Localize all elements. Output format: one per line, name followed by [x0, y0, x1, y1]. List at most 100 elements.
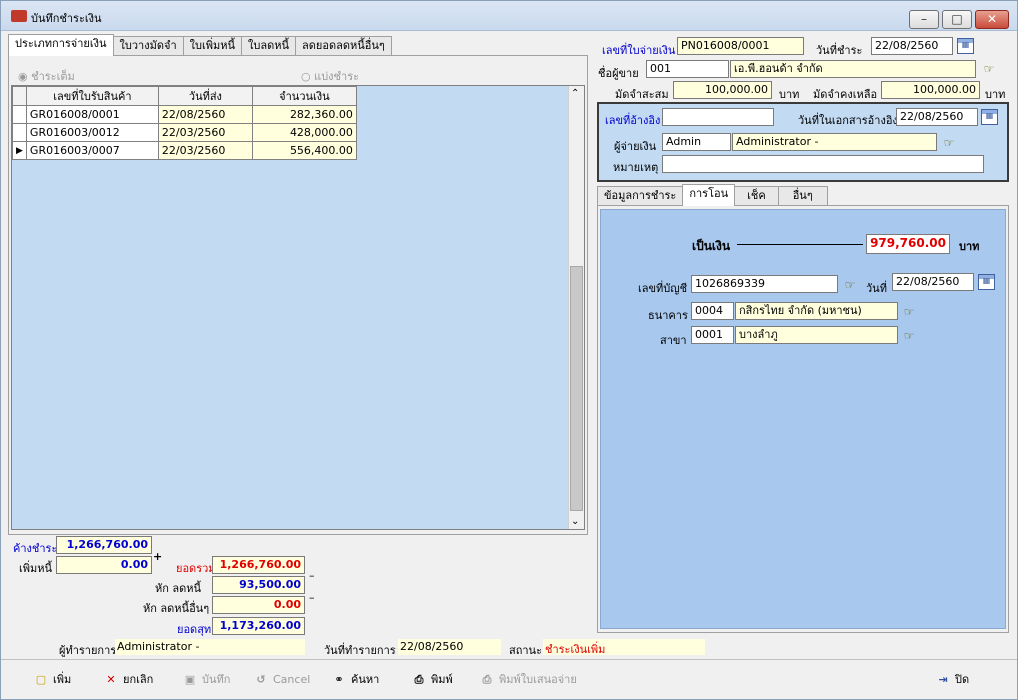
- account-field[interactable]: 1026869339: [691, 275, 838, 293]
- operation-date-label: วันที่ทำรายการ: [324, 644, 396, 657]
- outstanding-field: 1,266,760.00: [56, 536, 152, 554]
- tab-deposit[interactable]: ใบวางมัดจำ: [112, 36, 184, 56]
- cell-date[interactable]: 22/08/2560: [157, 105, 253, 124]
- deposit-label: มัดจำสะสม: [615, 88, 669, 101]
- cell-doc[interactable]: GR016003/0012: [25, 123, 159, 142]
- cell-date[interactable]: 22/03/2560: [157, 123, 253, 142]
- minus-sign-2: –: [309, 591, 315, 604]
- add-label: เพิ่ม: [53, 673, 72, 686]
- pay-date-field[interactable]: 22/08/2560: [871, 37, 953, 55]
- operation-date-value: 22/08/2560: [398, 639, 501, 655]
- scroll-up-icon[interactable]: ⌃: [571, 88, 579, 99]
- payer-label: ผู้จ่ายเงิน: [614, 140, 657, 153]
- ref-date-label: วันที่ในเอกสารอ้างอิง: [798, 114, 898, 127]
- cell-amount[interactable]: 428,000.00: [251, 123, 357, 142]
- table-row[interactable]: ▶ GR016003/0007 22/03/2560 556,400.00: [12, 141, 357, 160]
- scroll-thumb[interactable]: [570, 266, 583, 511]
- grid-header-row: เลขที่ใบรับสินค้า วันที่ส่ง จำนวนเงิน: [12, 86, 357, 106]
- radio-partial-label: แบ่งชำระ: [314, 70, 360, 83]
- print-proposal-button[interactable]: ⎙ พิมพ์ใบเสนอจ่าย: [479, 670, 577, 690]
- cell-amount[interactable]: 282,360.00: [251, 105, 357, 124]
- col-header-doc[interactable]: เลขที่ใบรับสินค้า: [25, 86, 159, 106]
- ref-date-field[interactable]: 22/08/2560: [896, 108, 978, 126]
- close-button[interactable]: ⇥ ปิด: [935, 670, 969, 690]
- cell-doc[interactable]: GR016008/0001: [25, 105, 159, 124]
- vendor-lookup-icon[interactable]: ☞: [980, 62, 998, 76]
- maximize-button[interactable]: □: [942, 10, 972, 29]
- minimize-button[interactable]: –: [909, 10, 939, 29]
- add-button[interactable]: ▢ เพิ่ม: [33, 670, 71, 690]
- ref-date-calendar-icon[interactable]: ▦: [981, 109, 998, 125]
- search-label: ค้นหา: [351, 673, 380, 686]
- note-field[interactable]: [662, 155, 984, 173]
- col-header-amount[interactable]: จำนวนเงิน: [251, 86, 357, 106]
- row-indicator: [12, 123, 27, 142]
- transfer-date-field[interactable]: 22/08/2560: [892, 273, 974, 291]
- branch-lookup-icon[interactable]: ☞: [900, 329, 918, 343]
- cancel-document-label: ยกเลิก: [123, 673, 154, 686]
- tab-payment-type[interactable]: ประเภทการจ่ายเงิน: [8, 34, 114, 56]
- print-button[interactable]: ⎙ พิมพ์: [411, 670, 453, 690]
- save-button[interactable]: ▣ บันทึก: [182, 670, 231, 690]
- print-label: พิมพ์: [431, 673, 453, 686]
- bottom-toolbar: ▢ เพิ่ม ✕ ยกเลิก ▣ บันทึก ↺ Cancel ⚭ ค้นหา ⎙ พ…: [1, 659, 1017, 699]
- cancel-document-button[interactable]: ✕ ยกเลิก: [103, 670, 153, 690]
- total-field: 1,266,760.00: [212, 556, 305, 574]
- payer-code-field[interactable]: Admin: [662, 133, 731, 151]
- transfer-date-calendar-icon[interactable]: ▦: [978, 274, 995, 290]
- tab-other[interactable]: อื่นๆ: [777, 186, 828, 206]
- debit-label: เพิ่มหนี้: [19, 562, 53, 575]
- transfer-amount-label: เป็นเงิน: [692, 239, 731, 253]
- status-value: ชำระเงินเพิ่ม: [543, 639, 705, 656]
- vendor-label: ชื่อผู้ขาย: [598, 67, 639, 80]
- right-tab-strip: ข้อมูลการชำระ การโอน เช็ค อื่นๆ: [597, 184, 828, 206]
- transfer-baht-label: บาท: [959, 240, 980, 253]
- ref-no-field[interactable]: [662, 108, 774, 126]
- net-field: 1,173,260.00: [212, 617, 305, 635]
- account-lookup-icon[interactable]: ☞: [841, 278, 859, 292]
- cancel-button[interactable]: ↺ Cancel: [253, 670, 310, 690]
- branch-code-field[interactable]: 0001: [691, 326, 734, 344]
- payer-lookup-icon[interactable]: ☞: [940, 136, 958, 150]
- title-bar: บันทึกชำระเงิน – □ ✕: [1, 1, 1017, 31]
- pay-no-label: เลขที่ใบจ่ายเงิน: [602, 44, 676, 57]
- table-row[interactable]: GR016008/0001 22/08/2560 282,360.00: [12, 105, 357, 124]
- row-indicator: [12, 105, 27, 124]
- deposit-field: 100,000.00: [673, 81, 772, 99]
- print-proposal-label: พิมพ์ใบเสนอจ่าย: [499, 673, 577, 686]
- bank-label: ธนาคาร: [648, 309, 688, 322]
- vendor-code-field[interactable]: 001: [646, 60, 729, 78]
- tab-payment-info[interactable]: ข้อมูลการชำระ: [597, 186, 684, 206]
- amount-leader-line: [737, 244, 863, 245]
- search-button[interactable]: ⚭ ค้นหา: [331, 670, 379, 690]
- tab-credit-note[interactable]: ใบลดหนี้: [241, 36, 297, 56]
- main-window: บันทึกชำระเงิน – □ ✕ ประเภทการจ่ายเงิน ใ…: [0, 0, 1018, 700]
- bank-lookup-icon[interactable]: ☞: [900, 305, 918, 319]
- outstanding-label: ค้างชำระ: [13, 542, 58, 555]
- pay-no-field[interactable]: PN016008/0001: [677, 37, 804, 55]
- close-window-button[interactable]: ✕: [975, 10, 1009, 29]
- operator-value: Administrator -: [115, 639, 305, 655]
- row-indicator-header: [12, 86, 27, 106]
- cancel-label: Cancel: [273, 673, 311, 686]
- radio-partial-payment: ○ แบ่งชำระ: [301, 67, 359, 85]
- radio-full-payment: ◉ ชำระเต็ม: [18, 67, 75, 85]
- bank-code-field[interactable]: 0004: [691, 302, 734, 320]
- tab-other-credit[interactable]: ลดยอดลดหนี้อื่นๆ: [295, 36, 392, 56]
- table-row[interactable]: GR016003/0012 22/03/2560 428,000.00: [12, 123, 357, 142]
- tab-transfer[interactable]: การโอน: [682, 184, 736, 206]
- tab-debit-note[interactable]: ใบเพิ่มหนี้: [182, 36, 243, 56]
- cell-date[interactable]: 22/03/2560: [157, 141, 253, 160]
- new-doc-icon: ▢: [35, 673, 47, 686]
- grid-scrollbar[interactable]: ⌃ ⌄: [568, 86, 584, 529]
- cell-doc[interactable]: GR016003/0007: [25, 141, 159, 160]
- scroll-down-icon[interactable]: ⌄: [571, 516, 579, 527]
- deposit-baht-label: บาท: [779, 88, 800, 101]
- radio-full-label: ชำระเต็ม: [31, 70, 75, 83]
- col-header-date[interactable]: วันที่ส่ง: [157, 86, 253, 106]
- pay-date-calendar-icon[interactable]: ▦: [957, 38, 974, 54]
- close-label: ปิด: [955, 673, 970, 686]
- cell-amount[interactable]: 556,400.00: [251, 141, 357, 160]
- branch-name-field: บางลำภู: [735, 326, 898, 344]
- tab-cheque[interactable]: เช็ค: [734, 186, 779, 206]
